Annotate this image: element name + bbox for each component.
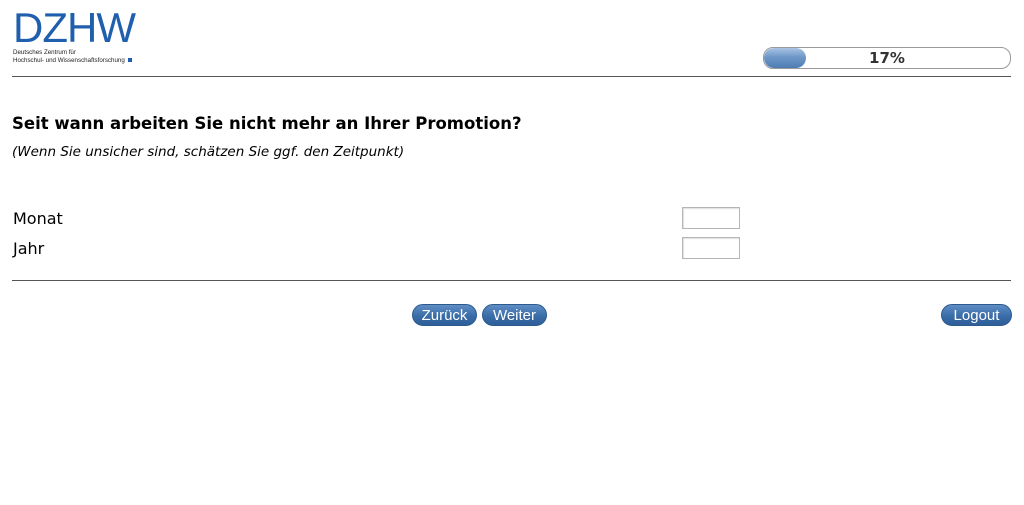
- next-button[interactable]: Weiter: [482, 304, 547, 326]
- question-title: Seit wann arbeiten Sie nicht mehr an Ihr…: [12, 114, 522, 133]
- logout-button[interactable]: Logout: [941, 304, 1012, 326]
- logo-square-icon: [127, 58, 132, 63]
- bottom-divider: [12, 280, 1011, 281]
- question-hint: (Wenn Sie unsicher sind, schätzen Sie gg…: [12, 144, 405, 160]
- logo-subtitle-line2: Hochschul- und Wissenschaftsforschung: [13, 57, 125, 64]
- progress-bar: 17%: [763, 47, 1011, 69]
- year-input[interactable]: [682, 237, 740, 259]
- logo-subtitle-line2-wrap: Hochschul- und Wissenschaftsforschung: [13, 57, 148, 65]
- month-label: Monat: [13, 209, 63, 228]
- logo-mark: DZHW: [13, 4, 136, 51]
- year-label: Jahr: [13, 239, 45, 258]
- top-divider: [12, 76, 1011, 77]
- progress-label: 17%: [869, 49, 905, 67]
- month-input[interactable]: [682, 207, 740, 229]
- dzhw-logo: DZHW Deutsches Zentrum für Hochschul- un…: [13, 4, 148, 68]
- back-button[interactable]: Zurück: [412, 304, 477, 326]
